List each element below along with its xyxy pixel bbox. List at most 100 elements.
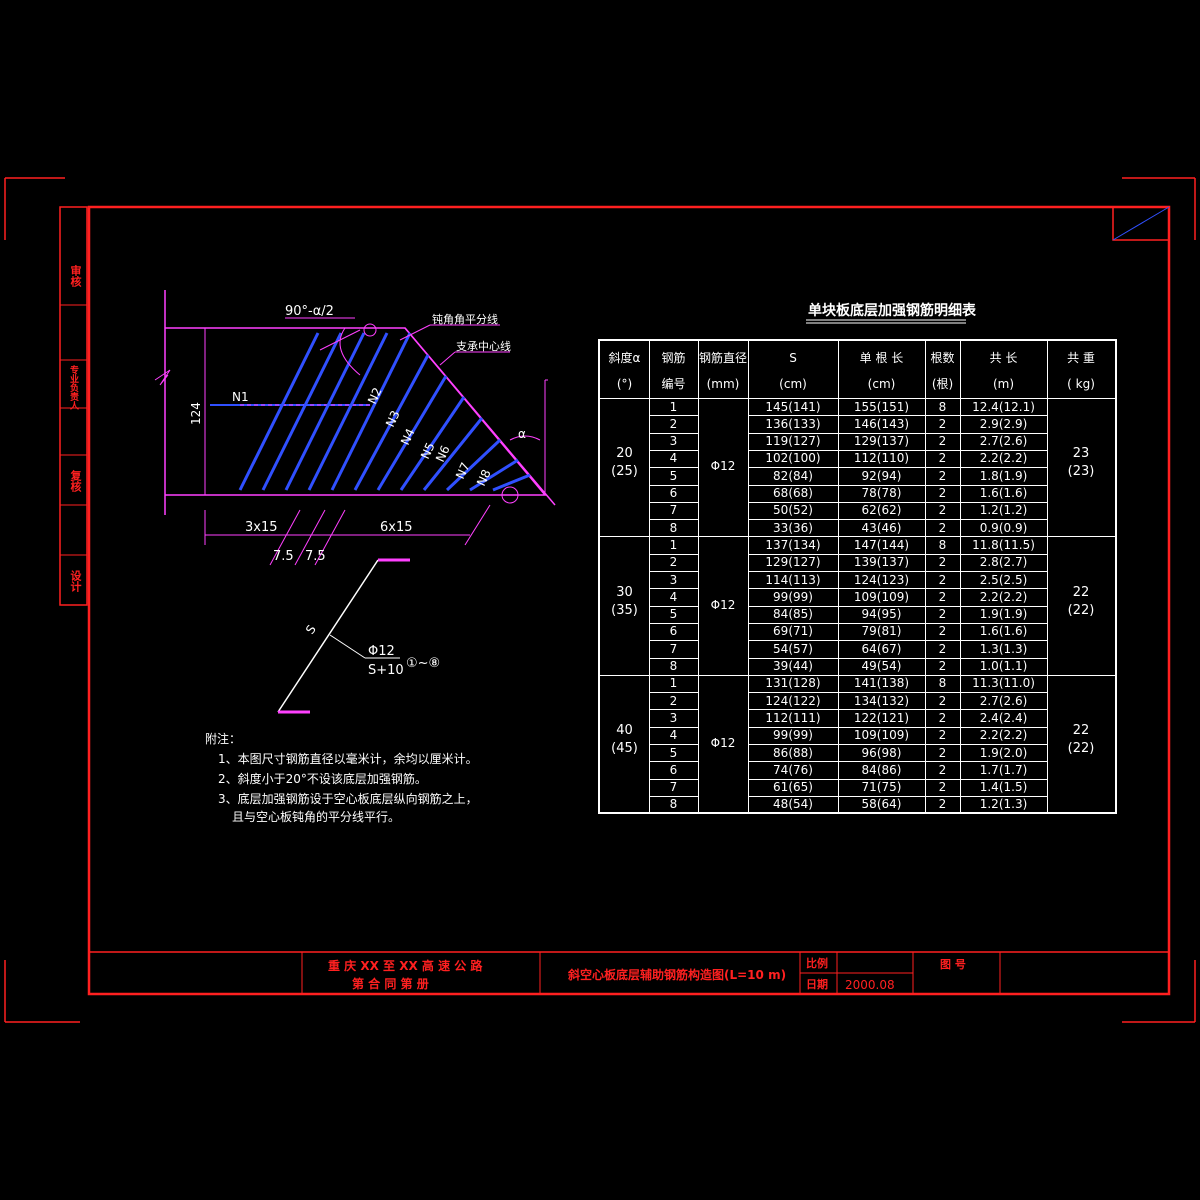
table-cell: 8 bbox=[938, 537, 947, 552]
table-cell: 2 bbox=[938, 624, 947, 639]
drawing-no-label: 图 号 bbox=[940, 958, 966, 971]
drawing-title: 斜空心板底层辅助钢筋构造图(L=10 m) bbox=[567, 967, 786, 982]
project-line-2: 第 合 同 第 册 bbox=[352, 976, 429, 991]
table-cell: 134(132) bbox=[853, 693, 910, 708]
table-cell: 4 bbox=[669, 451, 678, 466]
table-cell: 131(128) bbox=[765, 676, 821, 691]
table-cell: 64(67) bbox=[861, 641, 902, 656]
group-weight-alt: (22) bbox=[1067, 741, 1095, 756]
table-cell: 33(36) bbox=[773, 520, 813, 535]
table-cell: 146(143) bbox=[853, 416, 910, 431]
group-weight: 23 bbox=[1072, 446, 1090, 462]
table-header-cell: (cm) bbox=[867, 377, 896, 391]
table-cell: 7 bbox=[669, 780, 678, 795]
table-cell: 1.6(1.6) bbox=[979, 624, 1028, 639]
table-header-cell: ( kg) bbox=[1067, 377, 1095, 391]
note-3: 3、底层加强钢筋设于空心板底层纵向钢筋之上， bbox=[218, 791, 478, 806]
table-cell: 139(137) bbox=[853, 555, 910, 570]
group-weight-alt: (23) bbox=[1067, 464, 1095, 480]
side-label-review: 审核 bbox=[69, 265, 82, 287]
side-label-lead: 专业负责人 bbox=[68, 365, 78, 410]
table-cell: 3 bbox=[669, 710, 678, 725]
table-cell: 2 bbox=[938, 416, 947, 431]
table-cell: 2 bbox=[938, 468, 947, 483]
table-cell: 124(123) bbox=[853, 572, 910, 587]
table-cell: 82(84) bbox=[773, 468, 813, 483]
dim-small-2: 7.5 bbox=[305, 549, 326, 564]
table-cell: 112(111) bbox=[765, 710, 821, 725]
table-cell: 3 bbox=[669, 434, 678, 449]
table-cell: 84(86) bbox=[861, 762, 902, 777]
group-angle: 30 bbox=[616, 584, 633, 600]
table-cell: 2 bbox=[938, 451, 947, 466]
table-header-cell: 共 长 bbox=[989, 351, 1018, 365]
table-cell: 2.2(2.2) bbox=[979, 728, 1028, 743]
table-cell: 96(98) bbox=[861, 745, 902, 760]
table-cell: 11.8(11.5) bbox=[972, 537, 1035, 552]
table-cell: 2.4(2.4) bbox=[979, 710, 1028, 725]
table-cell: 2 bbox=[938, 520, 947, 535]
bar-label-n7: N7 bbox=[453, 460, 473, 481]
group-weight: 22 bbox=[1072, 723, 1090, 738]
group-angle-alt: (45) bbox=[611, 741, 638, 756]
table-cell: 8 bbox=[669, 797, 678, 812]
table-cell: 2 bbox=[938, 641, 947, 656]
table-header-cell: (mm) bbox=[706, 377, 740, 391]
note-4: 且与空心板钝角的平分线平行。 bbox=[232, 809, 400, 824]
rebar-schedule-table: 斜度α (°) 钢筋 编号 钢筋直径 (mm) S (cm) 单 根 长 (cm) 根数 (根) 共 长… bbox=[598, 339, 1117, 814]
table-cell: 2 bbox=[669, 693, 678, 708]
scale-label: 比例 bbox=[806, 956, 828, 970]
group-angle: 40 bbox=[616, 723, 633, 738]
table-cell: 2 bbox=[938, 486, 947, 500]
table-cell: 1 bbox=[669, 676, 678, 691]
table-cell: 6 bbox=[669, 486, 678, 500]
table-cell: 1.7(1.7) bbox=[979, 762, 1028, 777]
table-cell: 5 bbox=[669, 745, 678, 760]
dim-right: 6x15 bbox=[380, 520, 413, 535]
table-cell: 0.9(0.9) bbox=[979, 520, 1028, 535]
table-title: 单块板底层加强钢筋明细表 bbox=[808, 302, 977, 319]
table-cell: 109(109) bbox=[853, 589, 910, 604]
table-cell: 1 bbox=[669, 537, 678, 552]
table-cell: 1.2(1.2) bbox=[979, 503, 1028, 518]
table-cell: 4 bbox=[669, 589, 678, 604]
table-cell: 54(57) bbox=[773, 641, 813, 656]
table-header-cell: (根) bbox=[931, 377, 954, 391]
bar-label-n1: N1 bbox=[232, 390, 249, 404]
table-cell: 92(94) bbox=[861, 468, 902, 483]
table-cell: 6 bbox=[669, 762, 678, 777]
table-cell: 7 bbox=[669, 641, 678, 656]
table-cell: 1.4(1.5) bbox=[979, 780, 1028, 795]
table-cell: 94(95) bbox=[861, 607, 902, 622]
table-cell: 2 bbox=[938, 659, 947, 673]
table-header-cell: 斜度α bbox=[608, 351, 641, 365]
group-weight: 22 bbox=[1072, 584, 1090, 600]
table-cell: 43(46) bbox=[861, 520, 902, 535]
table-cell: 99(99) bbox=[773, 589, 813, 604]
table-cell: 2.2(2.2) bbox=[979, 451, 1028, 466]
table-cell: 3 bbox=[669, 572, 678, 587]
group-angle-alt: (25) bbox=[611, 464, 638, 480]
table-cell: 2 bbox=[938, 745, 947, 760]
table-cell: 5 bbox=[669, 607, 678, 622]
table-cell: 2.8(2.7) bbox=[979, 555, 1028, 570]
table-cell: 1.0(1.1) bbox=[979, 659, 1028, 673]
table-header-cell: 共 重 bbox=[1067, 351, 1095, 365]
table-cell: 11.3(11.0) bbox=[972, 676, 1035, 691]
table-cell: 2 bbox=[669, 555, 678, 570]
notes: 附注： 1、本图尺寸钢筋直径以毫米计，余均以厘米计。 2、斜度小于20°不设该底… bbox=[205, 731, 478, 824]
side-label-check: 复核 bbox=[69, 470, 82, 492]
table-cell: 129(127) bbox=[765, 555, 821, 570]
table-cell: 112(110) bbox=[853, 451, 910, 466]
table-cell: 141(138) bbox=[853, 676, 910, 691]
table-cell: 2 bbox=[938, 572, 947, 587]
table-cell: 2 bbox=[938, 589, 947, 604]
table-header-cell: (°) bbox=[616, 377, 633, 391]
table-header-cell: 钢筋直径 bbox=[698, 351, 747, 365]
table-cell: 50(52) bbox=[773, 503, 813, 518]
table-cell: 39(44) bbox=[773, 659, 813, 673]
table-cell: 137(134) bbox=[765, 537, 821, 552]
table-cell: 109(109) bbox=[853, 728, 910, 743]
table-cell: 78(78) bbox=[861, 486, 902, 500]
table-cell: 119(127) bbox=[765, 434, 821, 449]
